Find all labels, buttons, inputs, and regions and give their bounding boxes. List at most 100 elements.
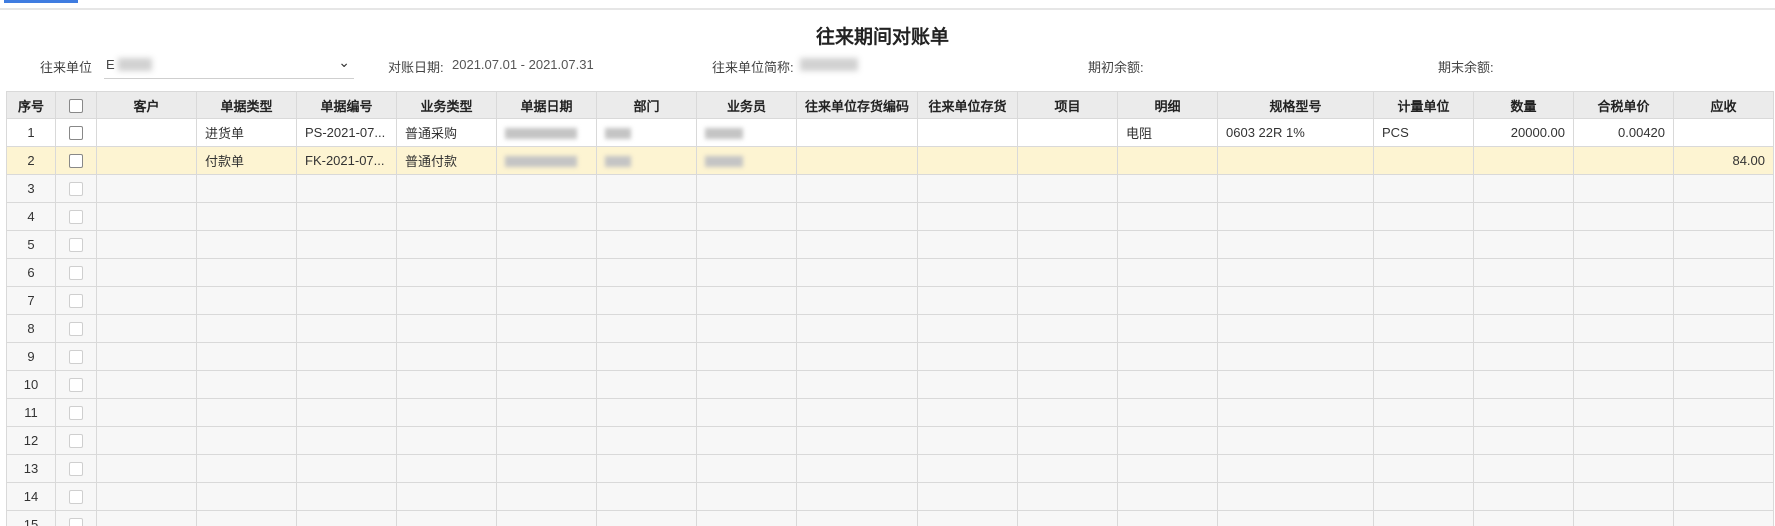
col-header-customer[interactable]: 客户 <box>96 91 197 119</box>
col-header-doc-no[interactable]: 单据编号 <box>296 91 397 119</box>
col-header-doc-date[interactable]: 单据日期 <box>496 91 597 119</box>
empty-cell <box>596 426 697 455</box>
col-header-partner-stock-code[interactable]: 往来单位存货编码 <box>795 91 919 119</box>
table-row[interactable]: 5 <box>6 230 1775 259</box>
empty-cell <box>1017 426 1119 455</box>
empty-cell <box>96 510 197 526</box>
table-row[interactable]: 11 <box>6 398 1775 427</box>
col-header-no[interactable]: 序号 <box>6 91 56 119</box>
empty-cell <box>296 370 397 399</box>
col-header-partner-stock[interactable]: 往来单位存货 <box>917 91 1019 119</box>
row-checkbox[interactable] <box>69 378 83 393</box>
partner-select[interactable]: E ⌄ <box>104 52 354 79</box>
empty-cell <box>917 314 1019 343</box>
row-no: 2 <box>6 146 56 175</box>
table-row[interactable]: 15 <box>6 510 1775 526</box>
table-row[interactable]: 3 <box>6 174 1775 203</box>
row-checkbox[interactable] <box>69 126 83 141</box>
empty-cell <box>96 286 197 315</box>
empty-cell <box>1217 482 1375 511</box>
row-checkbox[interactable] <box>69 434 83 449</box>
empty-cell <box>396 482 497 511</box>
row-select[interactable] <box>55 370 97 399</box>
col-header-detail[interactable]: 明细 <box>1117 91 1219 119</box>
col-header-project[interactable]: 项目 <box>1017 91 1119 119</box>
row-checkbox[interactable] <box>69 322 83 337</box>
row-checkbox[interactable] <box>69 210 83 225</box>
empty-cell <box>1217 426 1375 455</box>
row-select[interactable] <box>55 482 97 511</box>
row-checkbox[interactable] <box>69 182 83 197</box>
table-row[interactable]: 6 <box>6 258 1775 287</box>
closing-balance-label: 期末余额: <box>1438 60 1494 75</box>
col-header-doc-type[interactable]: 单据类型 <box>196 91 297 119</box>
empty-cell <box>1573 482 1675 511</box>
row-doc-no-link[interactable]: PS-2021-07... <box>296 118 397 147</box>
row-checkbox[interactable] <box>69 462 83 477</box>
row-select[interactable] <box>55 286 97 315</box>
row-select[interactable] <box>55 398 97 427</box>
table-row[interactable]: 13 <box>6 454 1775 483</box>
col-header-price[interactable]: 合税单价 <box>1573 91 1675 119</box>
empty-cell <box>696 426 797 455</box>
col-header-receivable[interactable]: 应收 <box>1673 91 1775 119</box>
empty-cell <box>196 286 297 315</box>
col-header-unit[interactable]: 计量单位 <box>1373 91 1475 119</box>
row-price <box>1573 146 1675 175</box>
empty-cell <box>1217 202 1375 231</box>
redacted-salesperson <box>705 128 743 140</box>
empty-cell <box>1473 454 1575 483</box>
empty-cell <box>1117 286 1219 315</box>
table-row[interactable]: 14 <box>6 482 1775 511</box>
row-select[interactable] <box>55 426 97 455</box>
empty-cell <box>696 314 797 343</box>
table-row[interactable]: 9 <box>6 342 1775 371</box>
table-row[interactable]: 12 <box>6 426 1775 455</box>
date-range: 2021.07.01 - 2021.07.31 <box>452 57 594 72</box>
row-select[interactable] <box>55 230 97 259</box>
col-header-dept[interactable]: 部门 <box>596 91 697 119</box>
row-checkbox[interactable] <box>69 294 83 309</box>
row-project <box>1017 118 1119 147</box>
row-select[interactable] <box>55 202 97 231</box>
empty-cell <box>696 454 797 483</box>
row-select[interactable] <box>55 174 97 203</box>
empty-cell <box>296 342 397 371</box>
row-checkbox[interactable] <box>69 238 83 253</box>
row-checkbox[interactable] <box>69 518 83 526</box>
empty-cell <box>1673 202 1775 231</box>
active-tab-indicator[interactable] <box>4 0 78 3</box>
row-select[interactable] <box>55 342 97 371</box>
empty-cell <box>1117 202 1219 231</box>
row-checkbox[interactable] <box>69 154 83 169</box>
table-row[interactable]: 8 <box>6 314 1775 343</box>
col-header-select[interactable] <box>55 91 97 119</box>
table-row[interactable]: 1 进货单 PS-2021-07... 普通采购 电阻 0603 22R 1% … <box>6 118 1775 147</box>
table-row-selected[interactable]: 2 付款单 FK-2021-07... 普通付款 84.00 <box>6 146 1775 175</box>
row-select[interactable] <box>55 146 97 175</box>
empty-cell <box>196 342 297 371</box>
row-checkbox[interactable] <box>69 350 83 365</box>
row-doc-no-link[interactable]: FK-2021-07... <box>296 146 397 175</box>
table-row[interactable]: 7 <box>6 286 1775 315</box>
row-checkbox[interactable] <box>69 406 83 421</box>
select-all-checkbox[interactable] <box>69 98 83 113</box>
row-no: 12 <box>6 426 56 455</box>
row-select[interactable] <box>55 258 97 287</box>
col-header-spec[interactable]: 规格型号 <box>1217 91 1375 119</box>
table-row[interactable]: 4 <box>6 202 1775 231</box>
col-header-biz-type[interactable]: 业务类型 <box>396 91 497 119</box>
table-row[interactable]: 10 <box>6 370 1775 399</box>
row-checkbox[interactable] <box>69 490 83 505</box>
row-select[interactable] <box>55 314 97 343</box>
row-select[interactable] <box>55 454 97 483</box>
chevron-down-icon[interactable]: ⌄ <box>338 54 350 71</box>
row-select[interactable] <box>55 510 97 526</box>
empty-cell <box>1373 286 1475 315</box>
empty-cell <box>596 314 697 343</box>
empty-cell <box>696 342 797 371</box>
row-select[interactable] <box>55 118 97 147</box>
col-header-qty[interactable]: 数量 <box>1473 91 1575 119</box>
col-header-salesperson[interactable]: 业务员 <box>696 91 797 119</box>
row-checkbox[interactable] <box>69 266 83 281</box>
